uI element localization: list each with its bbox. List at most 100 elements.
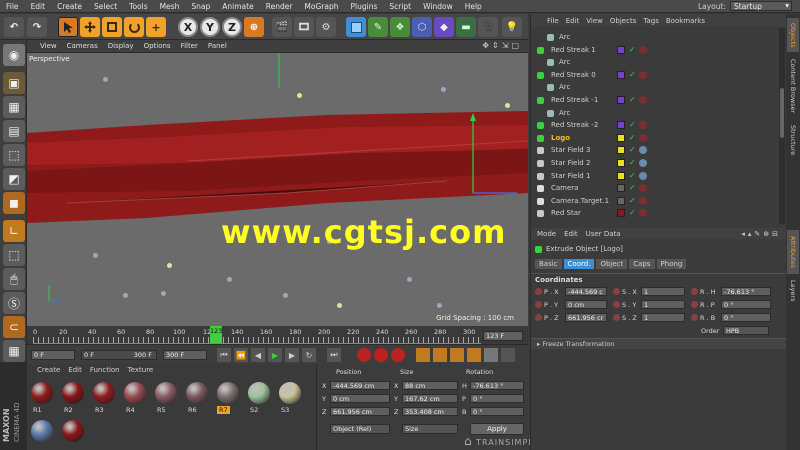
- layer-color-swatch[interactable]: [617, 171, 625, 180]
- object-row[interactable]: Arc: [531, 81, 777, 94]
- viewport-perspective[interactable]: Perspective Grid Spacing : 100 cm www.cg…: [27, 53, 528, 326]
- coord-system-icon[interactable]: ⊕: [244, 17, 264, 37]
- keyframe-dot-icon[interactable]: [613, 314, 620, 321]
- enabled-check-icon[interactable]: ✓: [629, 196, 636, 205]
- dock-tab-structure[interactable]: Structure: [787, 120, 799, 160]
- material-menu-create[interactable]: Create: [37, 366, 60, 374]
- texture-mode-icon[interactable]: ▦: [3, 96, 25, 118]
- axis-x-button[interactable]: X: [178, 17, 198, 37]
- enabled-check-icon[interactable]: ✓: [629, 158, 636, 167]
- play-icon[interactable]: ▶: [268, 348, 282, 362]
- object-row[interactable]: Star Field 2 ✓: [531, 157, 777, 170]
- material-tag-icon[interactable]: [639, 159, 647, 167]
- object-row[interactable]: Arc: [531, 56, 777, 69]
- live-selection-icon[interactable]: [58, 17, 78, 37]
- object-row[interactable]: Red Star ✓: [531, 207, 777, 220]
- keyframe-selection-icon[interactable]: [391, 348, 405, 362]
- pen-spline-icon[interactable]: ✎: [368, 17, 388, 37]
- dock-tab-content-browser[interactable]: Content Browser: [787, 54, 799, 118]
- go-to-end-icon[interactable]: ⏭: [327, 348, 341, 362]
- coord-rot-h[interactable]: -76.613 °: [470, 381, 524, 390]
- menu-render[interactable]: Render: [260, 2, 299, 11]
- object-row[interactable]: Red Streak -2 ✓: [531, 119, 777, 132]
- menu-plugins[interactable]: Plugins: [344, 2, 383, 11]
- redo-icon[interactable]: ↷: [27, 17, 47, 37]
- object-row[interactable]: Red Streak -1 ✓: [531, 94, 777, 107]
- layer-color-swatch[interactable]: [617, 159, 625, 167]
- object-scroll-thumb[interactable]: [780, 88, 784, 138]
- next-frame-icon[interactable]: ▶: [285, 348, 299, 362]
- object-row[interactable]: Arc: [531, 31, 777, 44]
- magnet-icon[interactable]: ⊂: [3, 316, 25, 338]
- deformer-icon[interactable]: ◆: [434, 17, 454, 37]
- material-tag-icon[interactable]: [639, 171, 647, 180]
- preview-range-slider[interactable]: 0 F 300 F: [81, 350, 157, 360]
- attr-nav-icon[interactable]: ◂▴✎⊕⊟: [741, 230, 781, 238]
- freeze-transformation-group[interactable]: ▸ Freeze Transformation: [531, 338, 787, 349]
- attr-tab-object[interactable]: Object: [596, 259, 628, 269]
- attr-py-field[interactable]: 0 cm: [565, 300, 607, 309]
- dock-tab-objects[interactable]: Objects: [787, 18, 799, 52]
- layer-color-swatch[interactable]: [617, 70, 625, 79]
- enabled-check-icon[interactable]: ✓: [629, 145, 636, 154]
- menu-snap[interactable]: Snap: [185, 2, 216, 11]
- viewport-menu-filter[interactable]: Filter: [176, 42, 203, 50]
- scale-icon[interactable]: [102, 17, 122, 37]
- render-view-icon[interactable]: 🎬: [272, 17, 292, 37]
- material-swatch[interactable]: [62, 420, 84, 442]
- polygons-mode-icon[interactable]: ◼: [3, 192, 25, 214]
- attr-tab-phong[interactable]: Phong: [656, 259, 687, 269]
- sculpt-icon[interactable]: Ⓢ: [3, 292, 25, 314]
- object-row[interactable]: Star Field 1 ✓: [531, 170, 777, 183]
- attr-rp-field[interactable]: 0 °: [721, 300, 771, 309]
- add-icon[interactable]: +: [146, 17, 166, 37]
- layer-color-swatch[interactable]: [617, 45, 625, 54]
- menu-tools[interactable]: Tools: [123, 2, 153, 11]
- axis-mode-icon[interactable]: ∟: [3, 220, 25, 242]
- object-menu-view[interactable]: View: [586, 17, 603, 25]
- object-row[interactable]: Arc: [531, 107, 777, 120]
- viewport-menu-view[interactable]: View: [35, 42, 62, 50]
- enabled-check-icon[interactable]: ✓: [629, 45, 636, 54]
- points-mode-icon[interactable]: ⬚: [3, 144, 25, 166]
- rotate-icon[interactable]: [124, 17, 144, 37]
- object-menu-edit[interactable]: Edit: [566, 17, 580, 25]
- menu-select[interactable]: Select: [88, 2, 123, 11]
- layer-color-swatch[interactable]: [617, 121, 625, 130]
- subdivision-icon[interactable]: ❖: [390, 17, 410, 37]
- menu-window[interactable]: Window: [417, 2, 459, 11]
- attr-rb-field[interactable]: 0 °: [721, 313, 771, 322]
- coord-pos-y[interactable]: 0 cm: [330, 394, 390, 403]
- keyframe-dot-icon[interactable]: [535, 301, 542, 308]
- layer-color-swatch[interactable]: [617, 196, 625, 205]
- snap-icon[interactable]: 🖱: [3, 268, 25, 290]
- attr-order-select[interactable]: HPB: [723, 326, 769, 335]
- loop-icon[interactable]: ↻: [302, 348, 316, 362]
- object-mode-icon[interactable]: ▣: [3, 72, 25, 94]
- object-row[interactable]: Camera.Target.1 ✓: [531, 195, 777, 208]
- playhead[interactable]: 123: [210, 326, 222, 343]
- dock-tab-layers[interactable]: Layers: [787, 276, 799, 306]
- attr-px-field[interactable]: -444.569 c: [565, 287, 607, 296]
- material-tag-icon[interactable]: [639, 133, 647, 142]
- model-mode-icon[interactable]: ◉: [3, 44, 25, 66]
- workplane-icon[interactable]: ▤: [3, 120, 25, 142]
- menu-create[interactable]: Create: [51, 2, 88, 11]
- attr-pz-field[interactable]: 661.956 cr: [565, 313, 607, 322]
- camera-icon[interactable]: 🎥: [478, 17, 498, 37]
- edges-mode-icon[interactable]: ◩: [3, 168, 25, 190]
- object-row[interactable]: Camera ✓: [531, 182, 777, 195]
- menu-help[interactable]: Help: [459, 2, 488, 11]
- material-tag-icon[interactable]: [639, 184, 647, 193]
- dock-tab-attributes[interactable]: Attributes: [787, 230, 799, 274]
- coord-pos-x[interactable]: -444.569 cm: [330, 381, 390, 390]
- object-row[interactable]: Red Streak 0 ✓: [531, 69, 777, 82]
- viewport-nav-icon[interactable]: ✥⇕⇲▢: [482, 41, 522, 50]
- coord-size-y[interactable]: 167.62 cm: [402, 394, 458, 403]
- enabled-check-icon[interactable]: ✓: [629, 208, 636, 217]
- attr-tab-caps[interactable]: Caps: [629, 259, 655, 269]
- material-menu-texture[interactable]: Texture: [128, 366, 154, 374]
- enabled-check-icon[interactable]: ✓: [629, 120, 636, 129]
- material-tag-icon[interactable]: [639, 209, 647, 218]
- move-icon[interactable]: [80, 17, 100, 37]
